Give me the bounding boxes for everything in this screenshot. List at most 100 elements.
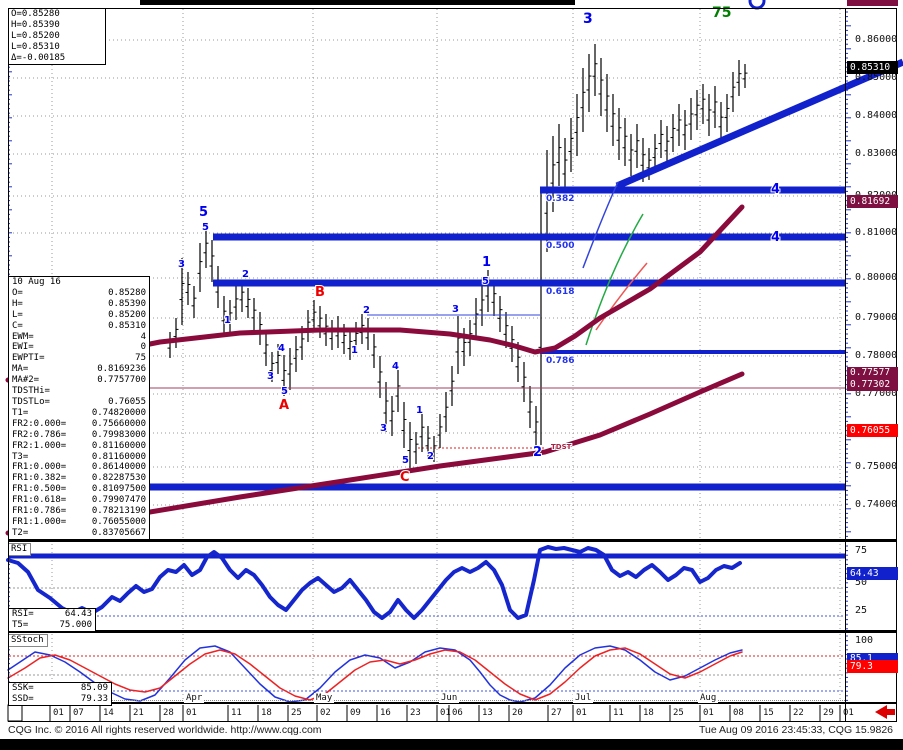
date-tick-label: 13 [482, 708, 493, 718]
ohlc-line: Δ=-0.00185 [9, 53, 105, 64]
month-label: Jun [439, 693, 459, 703]
top-window-strip [140, 0, 575, 5]
date-tick-label: 14 [103, 708, 114, 718]
svg-text:0.500: 0.500 [546, 241, 574, 251]
month-label: May [314, 693, 334, 703]
date-tick-label: 01 [843, 708, 854, 718]
date-tick-label: 27 [551, 708, 562, 718]
study-row: FR1:1.000=0.76055000 [9, 517, 149, 528]
date-tick-label: 23 [410, 708, 421, 718]
price-badge: 0.85310 [847, 61, 898, 74]
svg-text:4: 4 [392, 361, 399, 372]
axis-price-label: 0.79000 [855, 312, 897, 323]
rsi-panel-label: RSI [9, 543, 31, 556]
svg-text:B: B [315, 285, 325, 300]
study-row: EWM=4 [9, 332, 149, 343]
axis-price-label: 25 [855, 605, 867, 616]
svg-text:2: 2 [242, 269, 249, 280]
study-row: FR1:0.786=0.78213190 [9, 506, 149, 517]
study-row: T2=0.83705667 [9, 528, 149, 539]
study-row: FR1:0.000=0.86140000 [9, 462, 149, 473]
study-row: EWPTI=75 [9, 353, 149, 364]
date-tick-label: 01 [440, 708, 451, 718]
study-row: L=0.85200 [9, 310, 149, 321]
svg-text:3: 3 [267, 371, 274, 382]
svg-text:3: 3 [583, 11, 593, 27]
stoch-row: SSD=79.33 [9, 694, 111, 705]
status-bar: CQG Inc. © 2016 All rights reserved worl… [0, 723, 903, 738]
axis-price-label: 100 [855, 635, 873, 646]
price-badge [847, 0, 898, 6]
price-badge: 0.76055 [847, 424, 898, 437]
svg-text:2: 2 [363, 305, 370, 316]
study-row: FR1:0.618=0.79907470 [9, 495, 149, 506]
study-row: T1=0.74820000 [9, 408, 149, 419]
ohlc-line: H=0.85390 [9, 20, 105, 31]
date-tick-label: 15 [763, 708, 774, 718]
svg-text:5: 5 [482, 276, 489, 287]
rsi-row: RSI=64.43 [9, 609, 95, 620]
scroll-left-arrow-icon[interactable] [875, 705, 887, 719]
copyright-text: CQG Inc. © 2016 All rights reserved worl… [8, 724, 322, 736]
study-row: 10 Aug 16 [9, 277, 149, 288]
stoch-row: SSK=85.09 [9, 683, 111, 694]
date-tick-label: 08 [733, 708, 744, 718]
axis-price-label: 0.81000 [855, 227, 897, 238]
date-tick-label: 22 [793, 708, 804, 718]
price-badge: 0.77577 [847, 367, 898, 379]
svg-text:0.382: 0.382 [546, 194, 574, 204]
date-tick-label: 07 [73, 708, 84, 718]
date-tick-label: 28 [163, 708, 174, 718]
date-tick-label: 20 [512, 708, 523, 718]
svg-text:C: C [400, 470, 410, 485]
study-row: EWI=0 [9, 342, 149, 353]
axis-price-label: 0.74000 [855, 499, 897, 510]
study-row: FR2:0.000=0.75660000 [9, 419, 149, 430]
price-badge: 0.81692 [847, 195, 898, 208]
study-row: FR2:0.786=0.79983000 [9, 430, 149, 441]
rsi-values-box: RSI=64.43T5=75.000 [8, 608, 96, 632]
study-row: FR1:0.382=0.82287530 [9, 473, 149, 484]
svg-text:2: 2 [427, 451, 434, 462]
date-tick-label: 21 [133, 708, 144, 718]
study-row: O=0.85280 [9, 288, 149, 299]
month-label: Apr [184, 693, 204, 703]
study-row: TDSTHi= [9, 386, 149, 397]
svg-text:5: 5 [202, 222, 209, 233]
ohlc-cursor-box: O=0.85280H=0.85390L=0.85200L=0.85310Δ=-0… [8, 8, 106, 65]
timestamp-text: Tue Aug 09 2016 23:45:33, CQG 15.9826 [699, 724, 893, 736]
date-tick-label: 09 [350, 708, 361, 718]
svg-text:A: A [279, 398, 289, 413]
study-row: FR2:1.000=0.81160000 [9, 441, 149, 452]
svg-text:4: 4 [771, 230, 780, 245]
price-badge: 64.43 [847, 567, 898, 580]
axis-price-label: 0.78000 [855, 350, 897, 361]
study-row: C=0.85310 [9, 321, 149, 332]
axis-price-label: 0.75000 [855, 461, 897, 472]
month-leader-line [8, 700, 845, 701]
svg-text:1: 1 [351, 345, 358, 356]
svg-text:3: 3 [380, 423, 387, 434]
ohlc-line: O=0.85280 [9, 9, 105, 20]
svg-text:0.786: 0.786 [546, 356, 574, 366]
svg-text:75: 75 [712, 5, 731, 21]
bottom-black-bar [0, 739, 903, 750]
date-tick-label: 25 [291, 708, 302, 718]
study-row: TDSTLo=0.76055 [9, 397, 149, 408]
svg-text:TDST: TDST [551, 443, 572, 451]
date-tick-label: 11 [231, 708, 242, 718]
date-tick-label: 18 [643, 708, 654, 718]
date-tick-label: 11 [613, 708, 624, 718]
month-label: Aug [698, 693, 718, 703]
axis-price-label: 0.80000 [855, 272, 897, 283]
svg-text:5: 5 [402, 455, 409, 466]
svg-text:5: 5 [199, 205, 208, 220]
rsi-row: T5=75.000 [9, 620, 95, 631]
svg-text:4: 4 [278, 343, 285, 354]
axis-price-label: 75 [855, 545, 867, 556]
date-tick-label: 01 [53, 708, 64, 718]
date-tick-label: 06 [452, 708, 463, 718]
axis-price-label: 0.84000 [855, 110, 897, 121]
price-badge: 79.3 [847, 660, 898, 673]
svg-text:1: 1 [224, 315, 231, 326]
